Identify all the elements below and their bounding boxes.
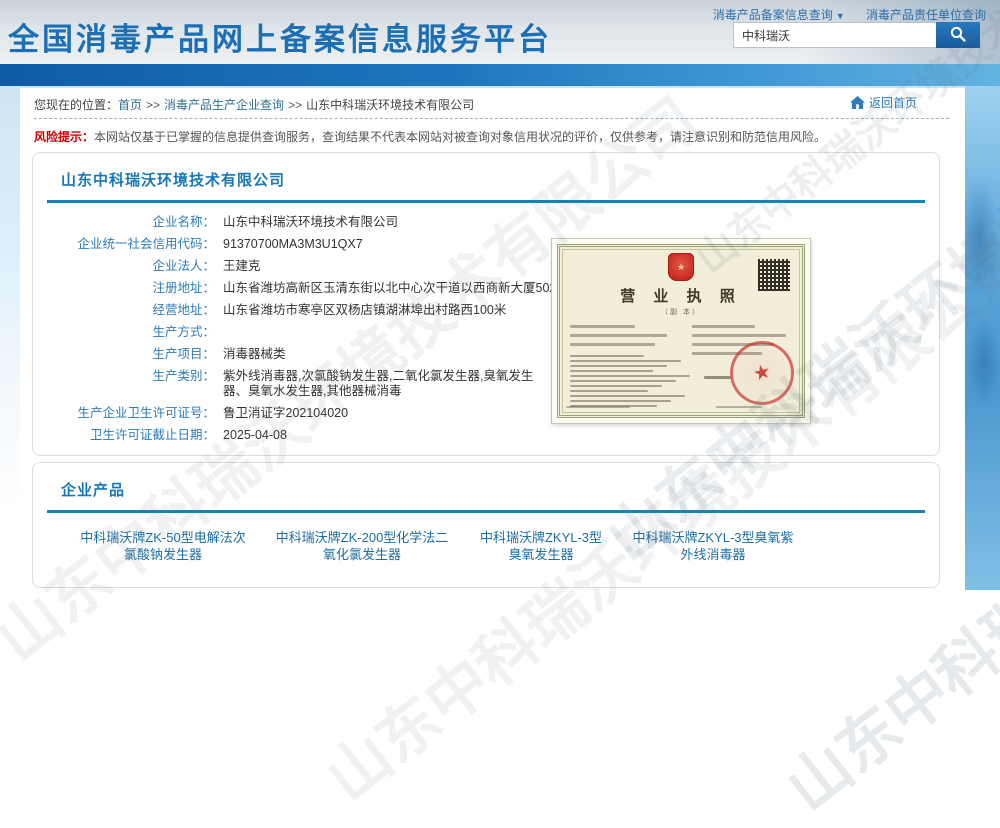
nav-unit-query-link[interactable]: 消毒产品责任单位查询 <box>866 8 986 22</box>
section-underline <box>47 200 925 203</box>
license-subtitle: （副 本） <box>560 307 802 317</box>
blue-divider-bar <box>0 64 1000 86</box>
field-label: 注册地址： <box>33 281 215 296</box>
breadcrumb: 您现在的位置：首页 >> 消毒产品生产企业查询 >> 山东中科瑞沃环境技术有限公司 <box>34 96 951 114</box>
risk-notice-label: 风险提示： <box>34 130 94 144</box>
risk-notice-text: 本网站仅基于已掌握的信息提供查询服务，查询结果不代表本网站对被查询对象信用状况的… <box>94 130 826 144</box>
field-value: 紫外线消毒器,次氯酸钠发生器,二氧化氯发生器,臭氧发生器、臭氧水发生器,其他器械… <box>223 369 553 399</box>
nav-record-query-link[interactable]: 消毒产品备案信息查询▼ <box>713 8 845 22</box>
breadcrumb-separator: >> <box>146 98 160 112</box>
product-link[interactable]: 中科瑞沃牌ZKYL-3型臭氧发生器 <box>475 529 607 563</box>
license-text-lines <box>566 406 676 414</box>
product-link[interactable]: 中科瑞沃牌ZK-200型化学法二氧化氯发生器 <box>271 529 453 563</box>
breadcrumb-current: 山东中科瑞沃环境技术有限公司 <box>306 98 474 112</box>
back-home: 返回首页 <box>850 94 917 111</box>
field-value: 山东省潍坊市寒亭区双杨店镇湖淋埠出村路西100米 <box>223 303 506 318</box>
breadcrumb-label: 您现在的位置： <box>34 98 118 112</box>
field-value: 91370700MA3M3U1QX7 <box>223 237 363 252</box>
nav-record-query-label: 消毒产品备案信息查询 <box>713 8 833 22</box>
company-info-card: 山东中科瑞沃环境技术有限公司 企业名称： 山东中科瑞沃环境技术有限公司 企业统一… <box>32 152 940 456</box>
qr-code <box>758 259 790 291</box>
field-row: 卫生许可证截止日期： 2025-04-08 <box>33 428 939 443</box>
seal-star: ★ <box>751 361 773 385</box>
business-license-image: ★ 营 业 执 照 （副 本） ★ <box>551 238 811 424</box>
product-links: 中科瑞沃牌ZK-50型电解法次氯酸钠发生器 中科瑞沃牌ZK-200型化学法二氧化… <box>77 529 939 563</box>
field-label: 企业法人： <box>33 259 215 274</box>
breadcrumb-separator: >> <box>288 98 302 112</box>
risk-notice: 风险提示：本网站仅基于已掌握的信息提供查询服务，查询结果不代表本网站对被查询对象… <box>34 128 951 145</box>
field-value: 鲁卫消证字202104020 <box>223 406 348 421</box>
background-molecule-graphic <box>965 86 1000 590</box>
section-underline <box>47 510 925 513</box>
national-emblem-icon: ★ <box>668 253 694 281</box>
field-value: 山东中科瑞沃环境技术有限公司 <box>223 215 398 230</box>
product-link[interactable]: 中科瑞沃牌ZK-50型电解法次氯酸钠发生器 <box>77 529 249 563</box>
dashed-divider <box>34 118 949 119</box>
products-card: 企业产品 中科瑞沃牌ZK-50型电解法次氯酸钠发生器 中科瑞沃牌ZK-200型化… <box>32 462 940 588</box>
field-value: 王建克 <box>223 259 261 274</box>
site-title: 全国消毒产品网上备案信息服务平台 <box>8 14 552 59</box>
search-icon <box>949 25 967 46</box>
search-button[interactable] <box>936 22 980 48</box>
company-name-title: 山东中科瑞沃环境技术有限公司 <box>61 169 939 190</box>
field-label: 企业名称： <box>33 215 215 230</box>
product-link[interactable]: 中科瑞沃牌ZKYL-3型臭氧紫外线消毒器 <box>629 529 797 563</box>
search-input[interactable] <box>733 22 936 48</box>
home-icon <box>850 96 865 109</box>
field-label: 生产项目： <box>33 347 215 362</box>
field-value: 消毒器械类 <box>223 347 286 362</box>
field-label: 生产企业卫生许可证号： <box>33 406 215 421</box>
breadcrumb-section-link[interactable]: 消毒产品生产企业查询 <box>164 98 284 112</box>
back-home-link[interactable]: 返回首页 <box>869 94 917 111</box>
search-bar <box>733 22 980 48</box>
license-text-lines <box>716 406 796 414</box>
field-label: 生产类别： <box>33 369 215 399</box>
emblem-star: ★ <box>677 263 685 272</box>
top-nav: 消毒产品备案信息查询▼ 消毒产品责任单位查询 <box>695 6 986 23</box>
field-value: 山东省潍坊高新区玉清东街以北中心次干道以西商新大厦502房间 <box>223 281 581 296</box>
main-content: 您现在的位置：首页 >> 消毒产品生产企业查询 >> 山东中科瑞沃环境技术有限公司 返回… <box>20 88 965 590</box>
license-text-lines <box>570 355 698 410</box>
field-label: 企业统一社会信用代码： <box>33 237 215 252</box>
breadcrumb-home-link[interactable]: 首页 <box>118 98 142 112</box>
chevron-down-icon: ▼ <box>836 11 845 21</box>
field-label: 生产方式： <box>33 325 215 340</box>
license-border: ★ 营 业 执 照 （副 本） ★ <box>557 244 805 418</box>
field-value: 2025-04-08 <box>223 428 287 443</box>
products-title: 企业产品 <box>61 479 939 500</box>
field-row: 企业名称： 山东中科瑞沃环境技术有限公司 <box>33 215 939 230</box>
license-text-lines <box>570 325 682 352</box>
field-label: 经营地址： <box>33 303 215 318</box>
field-label: 卫生许可证截止日期： <box>33 428 215 443</box>
